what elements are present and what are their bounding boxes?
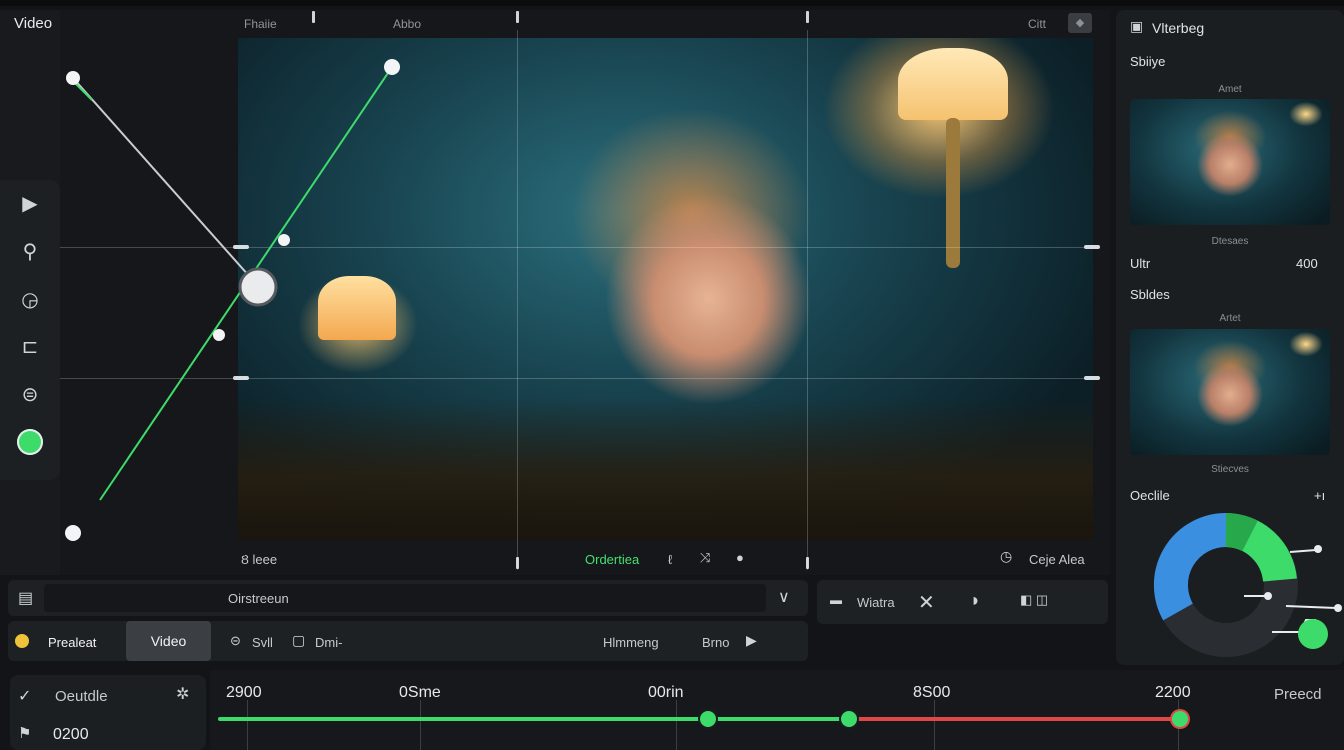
calendar-icon[interactable]: ▤ [18, 588, 33, 608]
timeline-progress-green [218, 717, 850, 721]
timeline-marker: 00rin [648, 684, 684, 701]
link-icon[interactable]: ⊝ [230, 633, 241, 649]
play-icon[interactable]: ▶ [16, 190, 44, 218]
timeline-gridline [420, 700, 421, 750]
lamp-stem [946, 118, 960, 268]
color-arc-blue[interactable] [1153, 512, 1227, 621]
thumb-caption: Stiecves [1211, 464, 1249, 475]
curve-overlay[interactable] [0, 0, 420, 560]
handle-dot[interactable] [1334, 604, 1342, 612]
thumbnail-2[interactable] [1130, 329, 1330, 455]
ruler-tick[interactable] [516, 11, 519, 23]
monitor-icon[interactable]: ▢ [292, 632, 305, 649]
lamp-shade [898, 48, 1008, 120]
timeline[interactable] [210, 670, 1344, 750]
mode-status: Hlmmeng [603, 635, 659, 650]
keyframe-handle[interactable] [841, 711, 857, 727]
curve-line-white [72, 77, 259, 287]
tab-video[interactable]: Video [126, 621, 211, 661]
curve-main-handle[interactable] [238, 267, 278, 307]
track-label: Oeutdle [55, 688, 108, 705]
preview-status-center: Ordertiea [585, 552, 640, 567]
panel-title: Vlterbeg [1152, 20, 1205, 36]
sync-icon[interactable]: ⊜ [16, 381, 44, 409]
thumb-caption: Artet [1219, 313, 1241, 324]
curve-point[interactable] [278, 234, 290, 246]
toggle-icon[interactable]: ▬ [830, 593, 842, 607]
guide-handle[interactable] [1084, 245, 1100, 249]
ruler-label-right: Citt [1028, 17, 1046, 31]
panel-icon: ▣ [1130, 18, 1144, 34]
close-icon[interactable]: ✕ [918, 590, 935, 615]
tab-3[interactable]: Dmi- [315, 635, 342, 650]
color-wheel[interactable] [1140, 510, 1344, 660]
timeline-end-label: Preecd [1274, 686, 1322, 703]
cross-icon[interactable]: ✲ [176, 684, 189, 704]
timeline-marker: 2900 [226, 684, 262, 701]
curve-point[interactable] [65, 525, 81, 541]
bookmark-icon[interactable]: ◗ [970, 590, 981, 611]
thumb-caption: Amet [1218, 84, 1242, 95]
handle-line [1289, 549, 1317, 553]
crop-icon[interactable]: ⊏ [16, 333, 44, 361]
clock-icon[interactable]: ◷ [1000, 548, 1012, 565]
ruler-tick[interactable] [806, 11, 809, 23]
guide-line-vertical [807, 30, 808, 570]
color-swatch[interactable] [1298, 619, 1328, 649]
menu-icon[interactable]: ◆ [1068, 13, 1092, 33]
play-button-icon[interactable]: ▶ [746, 632, 757, 649]
guide-line-vertical [517, 30, 518, 570]
preview-status-extra: ℓ [668, 552, 673, 567]
play-label: Brno [702, 635, 730, 650]
guide-handle[interactable] [1084, 376, 1100, 380]
timeline-progress-red [850, 717, 1180, 721]
curve-point[interactable] [66, 71, 80, 85]
track-value: 0200 [53, 726, 89, 743]
tab-2[interactable]: Svll [252, 635, 273, 650]
timeline-marker: 2200 [1155, 684, 1191, 701]
chevron-down-icon[interactable]: ∨ [778, 587, 790, 607]
effect-label: Wiatra [857, 595, 895, 610]
keyframe-handle[interactable] [1172, 711, 1188, 727]
preview-status-right: Ceje Alea [1029, 552, 1085, 567]
keyframe-handle[interactable] [700, 711, 716, 727]
project-label: Prealeat [48, 635, 97, 650]
shuffle-icon[interactable]: ⤨ [700, 550, 710, 566]
timeline-gridline [934, 700, 935, 750]
split-icon[interactable]: ◧ ◫ [1020, 592, 1048, 608]
timeline-marker: 8S00 [913, 684, 951, 701]
preview-status-left: Ȣ leee [241, 552, 278, 567]
project-icon [15, 634, 29, 648]
check-icon[interactable]: ✓ [18, 686, 31, 706]
panel-section-label: Sbldes [1130, 287, 1170, 302]
flag-icon[interactable]: ⚑ [18, 724, 31, 742]
metric-label: Ultr [1130, 256, 1151, 271]
handle-dot[interactable] [1264, 592, 1272, 600]
timer-icon[interactable]: ◶ [16, 286, 44, 314]
curve-point[interactable] [213, 329, 225, 341]
thumb-caption: Dtesaes [1211, 236, 1249, 247]
thumbnail-1[interactable] [1130, 99, 1330, 225]
color-label-icon[interactable]: +ı [1314, 488, 1325, 503]
timeline-gridline [247, 700, 248, 750]
curve-point[interactable] [384, 59, 400, 75]
metric-value: 400 [1296, 256, 1318, 271]
search-icon[interactable]: ⚲ [16, 238, 44, 266]
handle-dot[interactable] [1314, 545, 1322, 553]
search-value: Oirstreeun [228, 591, 289, 606]
pin-icon[interactable]: ● [736, 550, 744, 565]
color-arc-green-dark [1224, 513, 1258, 552]
timeline-gridline [676, 700, 677, 750]
color-label: Oeclile [1130, 488, 1170, 503]
search-input[interactable] [44, 584, 766, 612]
timeline-marker: 0Sme [399, 684, 441, 701]
panel-section-label: Sbiiye [1130, 54, 1166, 69]
color-dot-icon[interactable] [17, 429, 43, 455]
